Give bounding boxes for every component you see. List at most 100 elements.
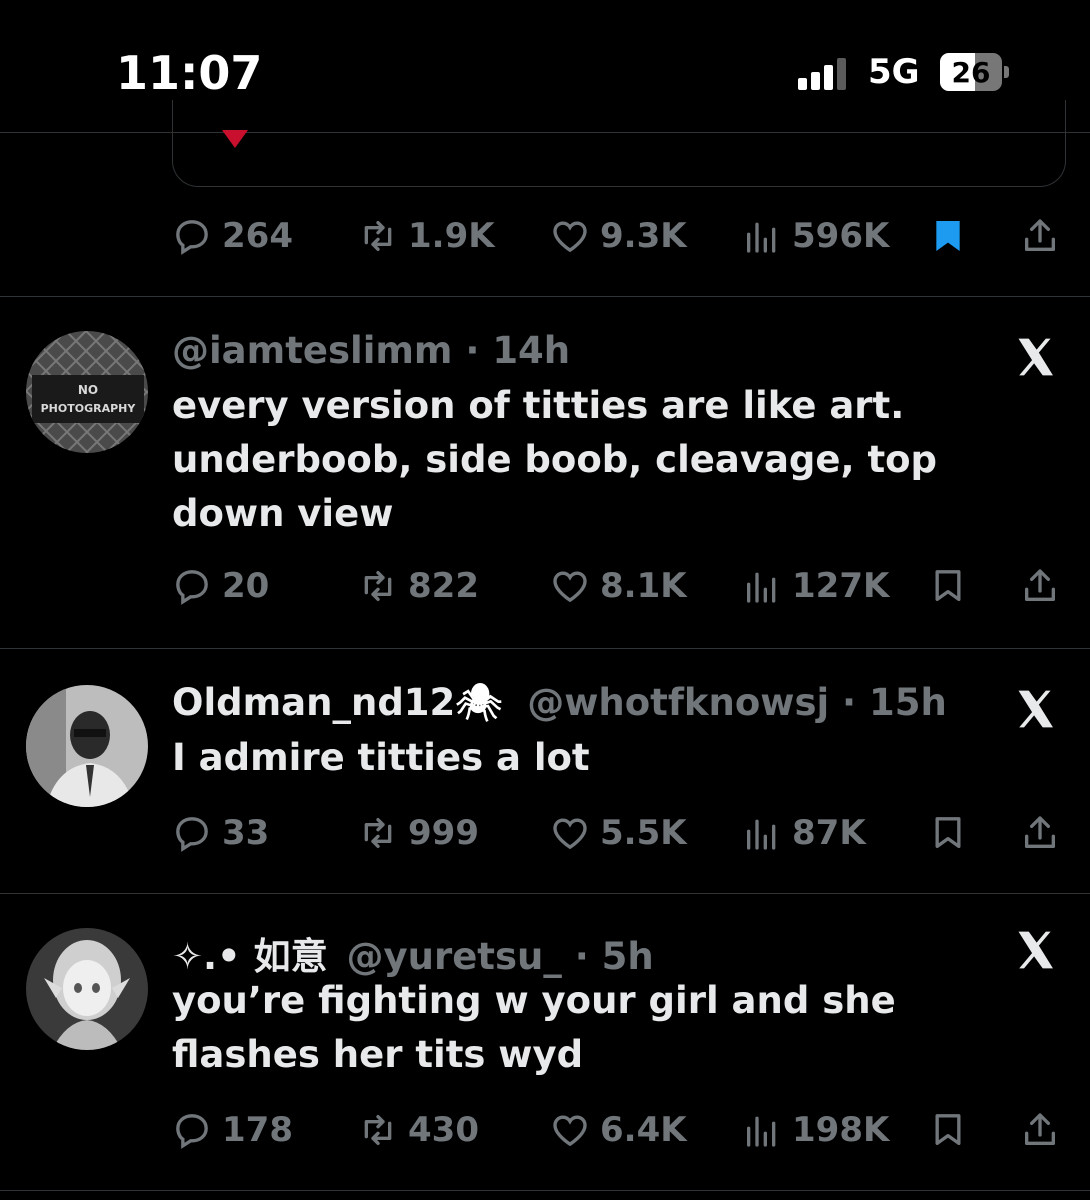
avatar-sign-line-1: NO [78,383,98,397]
network-type: 5G [868,52,920,92]
repost-button[interactable]: 999 [358,811,479,855]
bookmark-icon-filled [936,221,960,251]
repost-icon [364,1115,392,1145]
share-button[interactable] [1020,1108,1060,1152]
like-icon [553,818,587,850]
action-bar: 264 1.9K 9.3K 596K [172,214,1062,258]
display-name[interactable]: ✧.• 如意 [172,935,328,978]
like-icon [553,221,587,253]
tweet-header: Oldman_nd12🕷 @whotfknowsj · 15h [172,681,947,724]
avatar-sign-line-2: PHOTOGRAPHY [41,402,137,415]
views-button[interactable]: 127K [742,564,889,608]
reply-button[interactable]: 33 [172,811,269,855]
battery-level: 26 [951,56,991,89]
user-handle[interactable]: @yuretsu_ [346,935,561,978]
x-logo-icon [1018,690,1053,728]
spider-emoji: 🕷 [455,681,503,724]
reply-count: 178 [222,1110,293,1150]
user-handle[interactable]: @whotfknowsj [527,681,829,724]
like-button[interactable]: 5.5K [550,811,687,855]
repost-count: 430 [408,1110,479,1150]
bookmark-button[interactable] [928,1108,968,1152]
tweet-time[interactable]: 15h [869,681,947,724]
red-emblem-icon [222,130,248,148]
like-button[interactable]: 8.1K [550,564,687,608]
tweet-header: ✧.• 如意 @yuretsu_ · 5h [172,935,654,978]
bookmark-icon [935,1114,961,1145]
repost-button[interactable]: 1.9K [358,214,495,258]
reply-button[interactable]: 178 [172,1108,293,1152]
views-icon [747,1116,776,1147]
views-button[interactable]: 87K [742,811,866,855]
reply-button[interactable]: 264 [172,214,293,258]
share-icon [1025,816,1055,848]
view-count: 87K [792,813,866,853]
share-icon [1025,569,1055,601]
divider [0,893,1090,894]
reply-icon [176,1114,208,1149]
view-count: 198K [792,1110,890,1150]
reply-button[interactable]: 20 [172,564,269,608]
anime-character-avatar [26,928,148,1050]
repost-count: 1.9K [408,216,495,256]
like-count: 5.5K [600,813,687,853]
like-count: 8.1K [600,566,687,606]
like-icon [553,571,587,603]
views-button[interactable]: 198K [742,1108,889,1152]
like-count: 6.4K [600,1110,687,1150]
repost-icon [364,571,392,601]
status-time: 11:07 [116,46,263,100]
battery-icon: 26 [940,53,1010,91]
repost-count: 822 [408,566,479,606]
reply-count: 264 [222,216,293,256]
divider [0,296,1090,297]
tweet-text: you’re fighting w your girl and she flas… [172,979,896,1076]
avatar[interactable]: NO PHOTOGRAPHY [26,331,148,453]
tweet-text: every version of titties are like art. u… [172,384,938,535]
views-icon [747,222,776,253]
divider [0,1190,1090,1191]
like-button[interactable]: 6.4K [550,1108,687,1152]
user-handle[interactable]: @iamteslimm [172,329,452,372]
avatar[interactable] [26,685,148,807]
like-button[interactable]: 9.3K [550,214,687,258]
quoted-media-card[interactable] [172,100,1066,187]
x-logo-icon [1018,931,1053,969]
action-bar: 33 999 5.5K 87K [172,811,1062,855]
views-icon [747,819,776,850]
repost-icon [364,818,392,848]
bookmark-button[interactable] [928,564,968,608]
repost-icon [364,221,392,251]
person-avatar [26,685,148,807]
tweet-text: I admire titties a lot [172,736,590,779]
share-icon [1025,1113,1055,1145]
share-button[interactable] [1020,214,1060,258]
action-bar: 178 430 6.4K 198K [172,1108,1062,1152]
repost-count: 999 [408,813,479,853]
repost-button[interactable]: 822 [358,564,479,608]
like-icon [553,1115,587,1147]
tweet-time[interactable]: 14h [492,329,570,372]
bookmark-icon [935,817,961,848]
repost-button[interactable]: 430 [358,1108,479,1152]
share-button[interactable] [1020,564,1060,608]
bookmark-icon [935,570,961,601]
view-count: 596K [792,216,890,256]
reply-icon [176,570,208,605]
like-count: 9.3K [600,216,687,256]
x-logo-icon [1018,338,1053,376]
views-icon [747,572,776,603]
views-button[interactable]: 596K [742,214,889,258]
no-photography-avatar: NO PHOTOGRAPHY [26,331,148,453]
divider [0,648,1090,649]
bookmark-button[interactable] [928,214,968,258]
reply-icon [176,817,208,852]
avatar[interactable] [26,928,148,1050]
tweet-time[interactable]: 5h [602,935,654,978]
reply-icon [176,220,208,255]
share-button[interactable] [1020,811,1060,855]
action-bar: 20 822 8.1K 127K [172,564,1062,608]
display-name[interactable]: Oldman_nd12 [172,681,455,724]
reply-count: 33 [222,813,270,853]
bookmark-button[interactable] [928,811,968,855]
